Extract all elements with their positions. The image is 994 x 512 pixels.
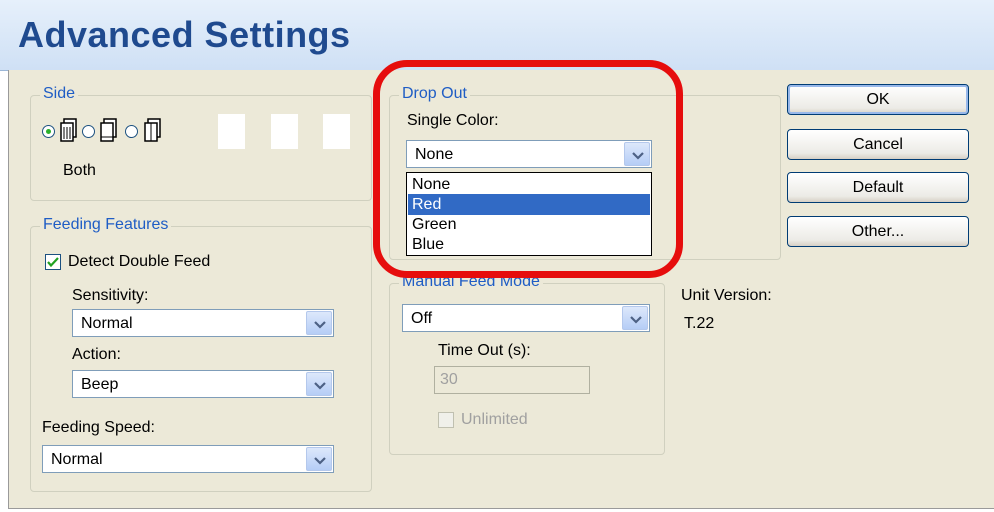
default-button[interactable]: Default	[787, 172, 969, 203]
action-label: Action:	[72, 346, 121, 363]
sensitivity-value: Normal	[81, 315, 133, 332]
side-front-radio[interactable]	[82, 125, 95, 138]
side-back-radio[interactable]	[125, 125, 138, 138]
highlight-annotation-ring	[373, 60, 683, 278]
side-blank-slot	[271, 114, 298, 149]
feeding-speed-label: Feeding Speed:	[42, 419, 155, 436]
manual-feed-mode-value: Off	[411, 310, 433, 327]
ok-button[interactable]: OK	[787, 84, 969, 115]
feeding-speed-dropdown[interactable]: Normal	[42, 445, 334, 473]
back-side-icon	[144, 118, 161, 142]
timeout-input[interactable]: 30	[434, 366, 590, 394]
checkmark-icon	[47, 257, 59, 268]
detect-double-feed-label: Detect Double Feed	[68, 253, 211, 270]
timeout-value: 30	[440, 371, 458, 388]
feeding-speed-value: Normal	[51, 451, 103, 468]
dropdown-arrow-icon[interactable]	[306, 447, 332, 471]
dropdown-arrow-icon[interactable]	[622, 306, 648, 330]
action-value: Beep	[81, 376, 119, 393]
sensitivity-label: Sensitivity:	[72, 287, 149, 304]
side-selected-caption: Both	[63, 162, 96, 179]
both-sides-icon	[60, 118, 77, 142]
other-button[interactable]: Other...	[787, 216, 969, 247]
sensitivity-dropdown[interactable]: Normal	[72, 309, 334, 337]
timeout-label: Time Out (s):	[438, 342, 531, 359]
manual-feed-mode-dropdown[interactable]: Off	[402, 304, 650, 332]
detect-double-feed-checkbox[interactable]	[45, 254, 61, 270]
dialog-title: Advanced Settings	[18, 14, 351, 55]
side-group-label: Side	[40, 85, 79, 103]
feeding-features-label: Feeding Features	[40, 216, 172, 234]
unlimited-label: Unlimited	[461, 411, 528, 428]
cancel-button[interactable]: Cancel	[787, 129, 969, 160]
side-both-radio[interactable]	[42, 125, 55, 138]
dropdown-arrow-icon[interactable]	[306, 372, 332, 396]
side-blank-slot	[323, 114, 350, 149]
front-side-icon	[100, 118, 117, 142]
unlimited-checkbox[interactable]	[438, 412, 454, 428]
action-dropdown[interactable]: Beep	[72, 370, 334, 398]
dropdown-arrow-icon[interactable]	[306, 311, 332, 335]
side-group: Side	[30, 85, 372, 201]
unit-version-value: T.22	[684, 315, 715, 332]
unit-version-label: Unit Version:	[681, 287, 772, 304]
side-blank-slot	[218, 114, 245, 149]
